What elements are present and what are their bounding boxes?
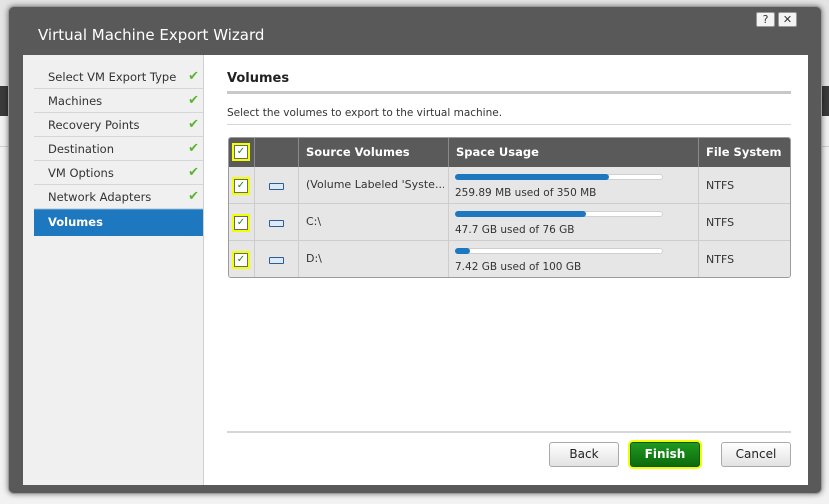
- step-vm-options[interactable]: VM Options ✔: [34, 161, 203, 185]
- usage-cell: 7.42 GB used of 100 GB: [448, 241, 698, 277]
- usage-progress-bar: [455, 211, 663, 217]
- close-button[interactable]: ✕: [778, 12, 797, 27]
- step-destination[interactable]: Destination ✔: [34, 137, 203, 161]
- usage-progress-bar: [455, 174, 663, 180]
- table-row[interactable]: ✓ C:\ 47.7 GB used of 76 GB NTFS: [229, 204, 790, 241]
- usage-progress-fill: [455, 211, 587, 217]
- description-divider: [227, 124, 791, 125]
- checkbox-cell: ✓: [229, 204, 254, 241]
- table-header: ✓ Source Volumes Space Usage File System: [229, 138, 790, 167]
- step-label: Destination: [48, 142, 114, 156]
- fs-cell: NTFS: [698, 167, 790, 204]
- step-label: Network Adapters: [48, 190, 152, 204]
- file-system: NTFS: [706, 216, 735, 229]
- volumes-table: ✓ Source Volumes Space Usage File System…: [228, 137, 791, 278]
- row-checkbox[interactable]: ✓: [234, 216, 248, 230]
- step-recovery-points[interactable]: Recovery Points ✔: [34, 113, 203, 137]
- export-wizard-dialog: Virtual Machine Export Wizard ? ✕ Select…: [8, 6, 822, 494]
- footer-divider: [227, 431, 791, 433]
- step-network-adapters[interactable]: Network Adapters ✔: [34, 185, 203, 209]
- file-system: NTFS: [706, 253, 735, 266]
- source-cell: (Volume Labeled 'Syste...: [298, 167, 448, 204]
- source-volume: D:\: [306, 252, 322, 265]
- icon-cell: [254, 167, 298, 204]
- step-label: Select VM Export Type: [48, 70, 177, 84]
- usage-text: 259.89 MB used of 350 MB: [455, 187, 597, 199]
- usage-progress-bar: [455, 248, 663, 254]
- source-volume: C:\: [306, 215, 322, 228]
- hard-drive-icon: [269, 220, 284, 227]
- checkmark-icon: ✔: [188, 165, 199, 180]
- checkbox-cell: ✓: [229, 241, 254, 277]
- icon-cell: [254, 241, 298, 277]
- source-volume: (Volume Labeled 'Syste...: [306, 178, 444, 191]
- usage-text: 47.7 GB used of 76 GB: [455, 224, 575, 236]
- finish-button[interactable]: Finish: [630, 442, 700, 467]
- checkbox-cell: ✓: [229, 167, 254, 204]
- step-select-vm-export-type[interactable]: Select VM Export Type ✔: [34, 65, 203, 89]
- heading-divider: [227, 91, 791, 94]
- file-system: NTFS: [706, 179, 735, 192]
- icon-cell: [254, 204, 298, 241]
- page-description: Select the volumes to export to the virt…: [227, 107, 503, 119]
- step-machines[interactable]: Machines ✔: [34, 89, 203, 113]
- usage-progress-fill: [455, 174, 609, 180]
- checkmark-icon: ✔: [188, 141, 199, 156]
- column-header-file-system[interactable]: File System: [698, 138, 790, 167]
- select-all-checkbox[interactable]: ✓: [234, 145, 248, 159]
- step-label: Machines: [48, 94, 103, 108]
- cancel-button[interactable]: Cancel: [721, 442, 791, 467]
- step-label: VM Options: [48, 166, 114, 180]
- icon-column-header: [254, 138, 298, 167]
- usage-cell: 47.7 GB used of 76 GB: [448, 204, 698, 241]
- column-header-space-usage[interactable]: Space Usage: [448, 138, 698, 167]
- hard-drive-icon: [269, 183, 284, 190]
- table-row[interactable]: ✓ D:\ 7.42 GB used of 100 GB NTFS: [229, 241, 790, 277]
- fs-cell: NTFS: [698, 204, 790, 241]
- usage-progress-fill: [455, 248, 470, 254]
- checkmark-icon: ✔: [188, 69, 199, 84]
- table-row[interactable]: ✓ (Volume Labeled 'Syste... 259.89 MB us…: [229, 167, 790, 204]
- help-button[interactable]: ?: [756, 12, 775, 27]
- usage-cell: 259.89 MB used of 350 MB: [448, 167, 698, 204]
- source-cell: C:\: [298, 204, 448, 241]
- step-volumes[interactable]: Volumes: [34, 209, 203, 236]
- page-title: Volumes: [227, 71, 290, 86]
- checkmark-icon: ✔: [188, 93, 199, 108]
- dialog-title: Virtual Machine Export Wizard: [38, 26, 265, 44]
- volumes-panel: Volumes Select the volumes to export to …: [218, 55, 808, 485]
- back-button[interactable]: Back: [549, 442, 619, 467]
- column-header-source[interactable]: Source Volumes: [298, 138, 448, 167]
- usage-text: 7.42 GB used of 100 GB: [455, 261, 582, 273]
- wizard-steps-sidebar: Select VM Export Type ✔ Machines ✔ Recov…: [23, 55, 204, 485]
- checkmark-icon: ✔: [188, 117, 199, 132]
- checkmark-icon: ✔: [188, 189, 199, 204]
- hard-drive-icon: [269, 257, 284, 264]
- row-checkbox[interactable]: ✓: [234, 179, 248, 193]
- dialog-body: Select VM Export Type ✔ Machines ✔ Recov…: [23, 55, 808, 485]
- step-label: Recovery Points: [48, 118, 140, 132]
- step-label: Volumes: [48, 215, 103, 229]
- row-checkbox[interactable]: ✓: [234, 253, 248, 267]
- source-cell: D:\: [298, 241, 448, 277]
- fs-cell: NTFS: [698, 241, 790, 277]
